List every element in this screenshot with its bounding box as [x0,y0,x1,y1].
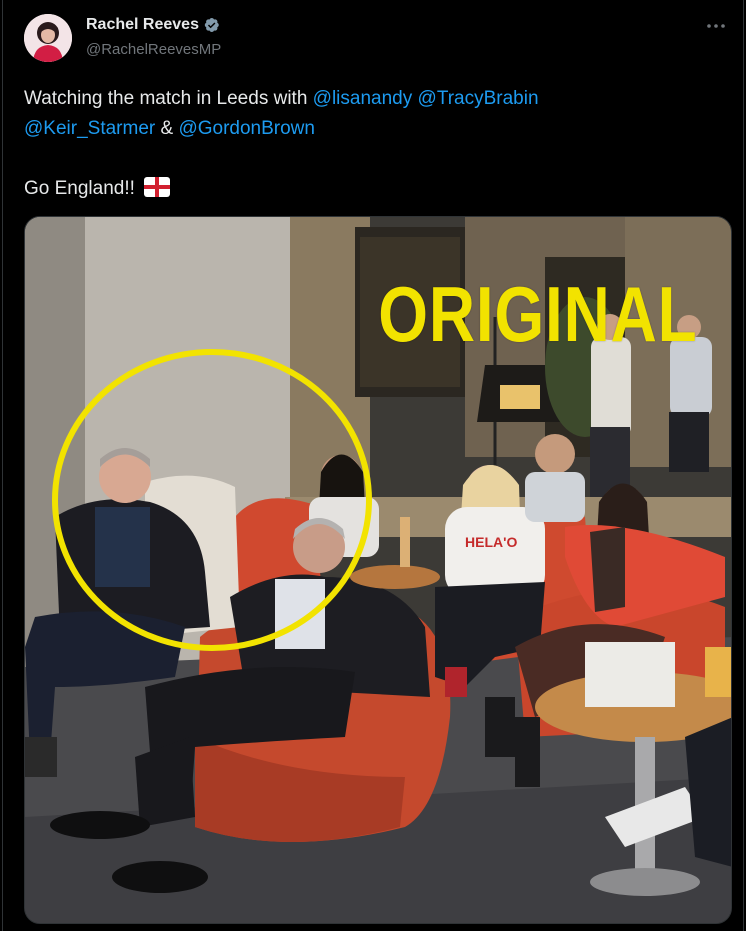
tweet-text-ampersand: & [155,118,179,139]
tweet-line-1: Watching the match in Leeds with @lisana… [24,84,714,114]
tweet-photo[interactable]: HELA'O ORIGINAL [24,216,732,924]
england-flag-icon [144,177,171,197]
photo-watermark-text: ORIGINAL [378,270,698,358]
tweet-line-3: Go England!! [24,174,714,204]
author-handle[interactable]: @RachelReevesMP [86,41,221,58]
tweet-line-2: @Keir_Starmer & @GordonBrown [24,114,714,144]
svg-text:HELA'O: HELA'O [465,534,517,550]
mention-gordonbrown[interactable]: @GordonBrown [178,118,315,139]
mention-lisanandy[interactable]: @lisanandy [313,88,413,109]
tweet-text: Watching the match in Leeds with @lisana… [24,84,714,204]
mention-keir-starmer[interactable]: @Keir_Starmer [24,118,155,139]
tweet-border-left [2,0,3,931]
more-options-button[interactable] [704,16,728,36]
tweet-text-intro: Watching the match in Leeds with [24,88,313,109]
author-display-name[interactable]: Rachel Reeves [86,16,199,34]
avatar-image [24,14,72,62]
more-horizontal-icon [707,24,725,28]
tweet-border-right [743,0,744,931]
mention-tracybrabin[interactable]: @TracyBrabin [418,88,539,109]
author-name-row[interactable]: Rachel Reeves [86,14,221,36]
tweet-text-go-england: Go England!! [24,178,141,199]
tweet-card: Rachel Reeves @RachelReevesMP Watching t… [0,0,746,931]
verified-badge-icon[interactable] [203,16,221,34]
author-avatar[interactable] [24,14,72,62]
